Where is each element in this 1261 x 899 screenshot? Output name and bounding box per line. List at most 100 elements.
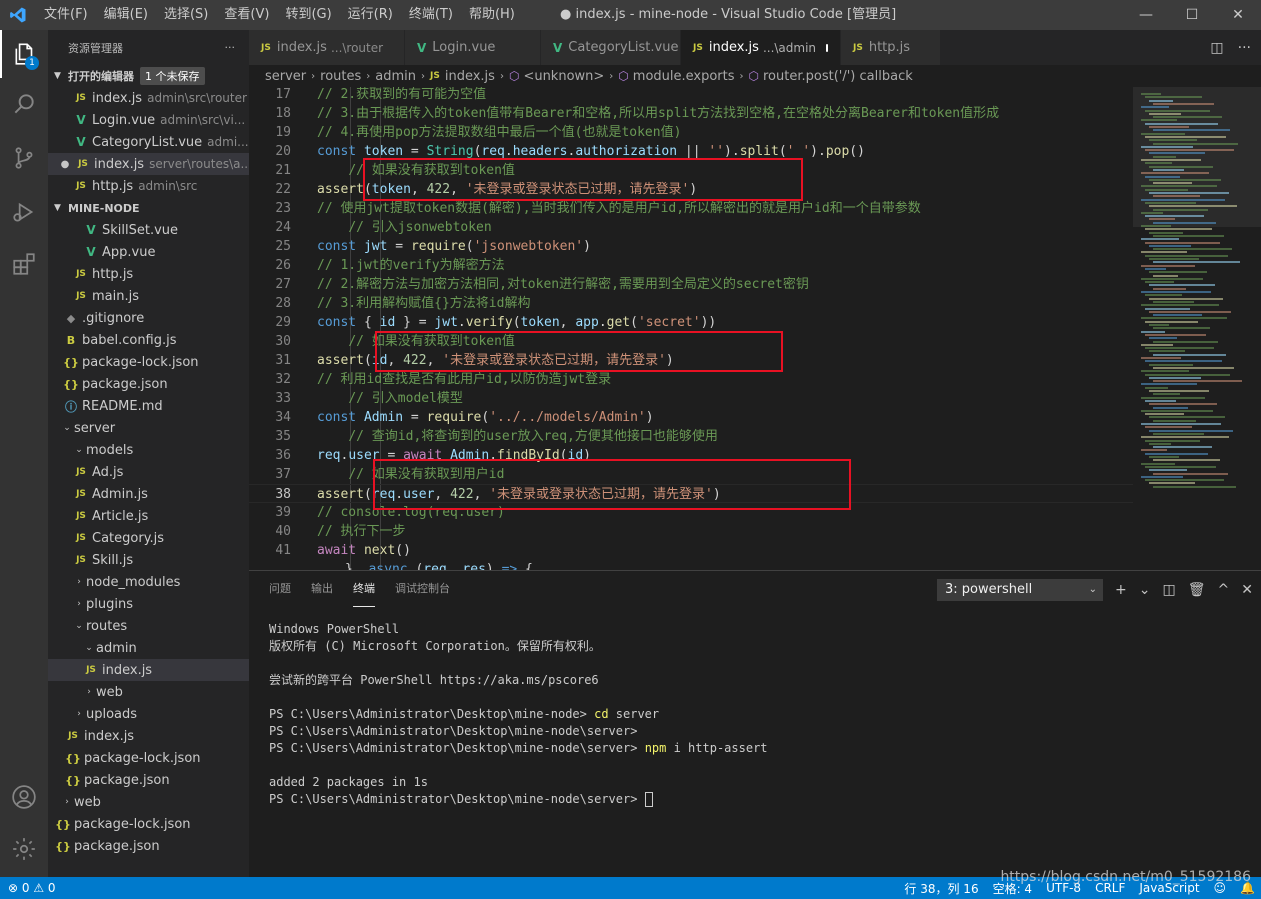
terminal-line: PS C:\Users\Administrator\Desktop\mine-n… (269, 791, 1249, 808)
breadcrumb-file[interactable]: index.js (445, 69, 495, 84)
chevron-down-icon: ⌄ (1088, 584, 1097, 595)
minimize-button[interactable]: — (1123, 0, 1169, 30)
menu-item[interactable]: 选择(S) (156, 0, 216, 30)
maximize-button[interactable]: ☐ (1169, 0, 1215, 30)
folder-item[interactable]: ⌄ admin (48, 637, 249, 659)
file-item[interactable]: JS Category.js (48, 527, 249, 549)
problems-indicator[interactable]: ⊗ 0 ⚠ 0 (8, 877, 56, 899)
chevron-down-icon: ⌄ (85, 643, 93, 653)
close-window-button[interactable]: ✕ (1215, 0, 1261, 30)
file-item[interactable]: {} package-lock.json (48, 351, 249, 373)
chevron-right-icon: › (739, 70, 744, 82)
tree-item-label: package.json (74, 838, 160, 854)
breadcrumb-item[interactable]: server (265, 69, 306, 84)
folder-item[interactable]: › uploads (48, 703, 249, 725)
account-icon[interactable] (0, 773, 48, 821)
menu-item[interactable]: 终端(T) (401, 0, 461, 30)
file-item[interactable]: JS Article.js (48, 505, 249, 527)
folder-item[interactable]: › plugins (48, 593, 249, 615)
unsaved-count-badge: 1 个未保存 (140, 67, 205, 85)
menu-item[interactable]: 文件(F) (36, 0, 96, 30)
file-item[interactable]: {} package.json (48, 835, 249, 857)
minimap[interactable] (1133, 87, 1261, 570)
tab-categorylist-vue[interactable]: V CategoryList.vue (541, 30, 681, 65)
file-item[interactable]: Bbabel.config.js (48, 329, 249, 351)
maximize-panel-icon[interactable]: ^ (1217, 582, 1229, 598)
folder-item[interactable]: › web (48, 791, 249, 813)
menu-item[interactable]: 查看(V) (216, 0, 277, 30)
folder-item[interactable]: › node_modules (48, 571, 249, 593)
new-terminal-button[interactable]: + (1115, 582, 1127, 598)
file-item[interactable]: JS main.js (48, 285, 249, 307)
tab-debug-console[interactable]: 调试控制台 (395, 571, 450, 607)
split-editor-icon[interactable]: ◫ (1210, 40, 1223, 56)
open-editor-item[interactable]: JS index.js admin\src\router (48, 87, 249, 109)
breadcrumb-symbol[interactable]: <unknown> (523, 69, 604, 84)
menu-item[interactable]: 编辑(E) (96, 0, 156, 30)
explorer-more-button[interactable]: ··· (225, 41, 236, 54)
project-section[interactable]: ▼ MINE-NODE (48, 197, 249, 219)
minimap-line (1145, 175, 1180, 178)
open-editor-item[interactable]: JS http.js admin\src (48, 175, 249, 197)
file-item[interactable]: ◆ .gitignore (48, 307, 249, 329)
minimap-line (1153, 168, 1184, 171)
file-item[interactable]: JS index.js (48, 725, 249, 747)
folder-item[interactable]: › web (48, 681, 249, 703)
tab-index-js[interactable]: JS index.js ...\router (249, 30, 405, 65)
menu-item[interactable]: 转到(G) (277, 0, 339, 30)
open-editor-item[interactable]: V Login.vue admin\src\vi... (48, 109, 249, 131)
search-icon[interactable] (0, 80, 48, 128)
file-item[interactable]: JS Ad.js (48, 461, 249, 483)
folder-item[interactable]: ⌄ routes (48, 615, 249, 637)
terminal-output[interactable]: Windows PowerShell 版权所有 (C) Microsoft Co… (269, 621, 1249, 808)
code-editor[interactable]: 17// 2.获取到的有可能为空值 18// 3.由于根据传入的token值带有… (249, 87, 1133, 570)
terminal-dropdown-button[interactable]: ⌄ (1139, 582, 1151, 598)
more-actions-icon[interactable]: ··· (1238, 40, 1251, 56)
file-item[interactable]: JS http.js (48, 263, 249, 285)
code-text: const Admin = require('../../models/Admi… (317, 410, 654, 425)
cursor-position[interactable]: 行 38，列 16 (904, 880, 978, 897)
minimap-line (1153, 419, 1196, 422)
open-editor-item[interactable]: V CategoryList.vue admi... (48, 131, 249, 153)
terminal-select[interactable]: 3: powershell ⌄ (937, 579, 1103, 601)
breadcrumb-symbol[interactable]: router.post('/') callback (763, 69, 913, 84)
minimap-line (1153, 195, 1200, 198)
settings-gear-icon[interactable] (0, 825, 48, 873)
file-item[interactable]: JS Admin.js (48, 483, 249, 505)
source-control-icon[interactable] (0, 134, 48, 182)
open-editors-section[interactable]: ▼ 打开的编辑器 1 个未保存 (48, 65, 249, 87)
file-item[interactable]: JS Skill.js (48, 549, 249, 571)
breadcrumb-item[interactable]: admin (375, 69, 416, 84)
file-item[interactable]: {} package.json (48, 769, 249, 791)
folder-item[interactable]: ⌄ server (48, 417, 249, 439)
js-file-icon: JS (76, 291, 86, 301)
minimap-line (1145, 399, 1176, 402)
run-debug-icon[interactable] (0, 188, 48, 236)
file-item[interactable]: {} package-lock.json (48, 747, 249, 769)
tab-http-js[interactable]: JS http.js (841, 30, 941, 65)
kill-terminal-icon[interactable]: 🗑 (1188, 582, 1206, 598)
tab-problems[interactable]: 问题 (269, 571, 291, 607)
file-item[interactable]: ⓘ README.md (48, 395, 249, 417)
file-item[interactable]: {} package.json (48, 373, 249, 395)
open-editor-item[interactable]: ● JS index.js server\routes\a... (48, 153, 249, 175)
menu-item[interactable]: 帮助(H) (461, 0, 523, 30)
extensions-icon[interactable] (0, 240, 48, 288)
split-terminal-icon[interactable]: ◫ (1162, 582, 1175, 598)
tab-output[interactable]: 输出 (311, 571, 333, 607)
file-item[interactable]: V SkillSet.vue (48, 219, 249, 241)
tab-terminal[interactable]: 终端 (353, 571, 375, 607)
close-panel-icon[interactable]: ✕ (1241, 582, 1253, 598)
breadcrumb-symbol[interactable]: module.exports (633, 69, 735, 84)
explorer-icon[interactable]: 1 (0, 30, 48, 78)
tab-index-js[interactable]: JS index.js ...\admin (681, 30, 841, 65)
folder-item[interactable]: ⌄ models (48, 439, 249, 461)
tab-login-vue[interactable]: V Login.vue (405, 30, 541, 65)
minimap-line (1145, 228, 1212, 231)
file-item[interactable]: {} package-lock.json (48, 813, 249, 835)
menu-item[interactable]: 运行(R) (340, 0, 401, 30)
file-item[interactable]: V App.vue (48, 241, 249, 263)
file-item[interactable]: JS index.js (48, 659, 249, 681)
breadcrumb-item[interactable]: routes (320, 69, 361, 84)
js-file-icon: JS (76, 269, 86, 279)
